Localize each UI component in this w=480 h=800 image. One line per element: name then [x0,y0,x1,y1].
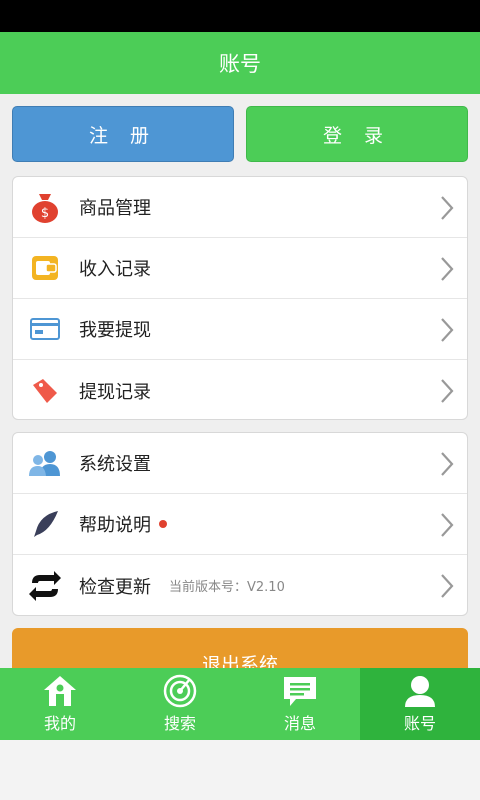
notification-badge [159,520,167,528]
chevron-right-icon [441,379,454,403]
menu-item-label: 帮助说明 [79,515,151,536]
menu-item-label: 系统设置 [79,454,151,475]
chevron-right-icon [441,452,454,476]
register-button[interactable]: 注 册 [12,106,234,162]
users-icon [27,445,63,481]
tab-search[interactable]: 搜索 [120,668,240,740]
tab-label: 账号 [403,714,436,733]
chevron-right-icon [441,318,454,342]
money-bag-icon: $ [27,189,63,225]
menu-item-label: 收入记录 [79,259,151,280]
tab-label: 搜索 [163,714,196,733]
menu-item-product-management[interactable]: $ 商品管理 [13,177,467,238]
chevron-right-icon [441,257,454,281]
menu-group-system: 系统设置 帮助说明 检查更新 当前版本号：V2.10 [12,432,468,616]
menu-item-income-records[interactable]: 收入记录 [13,238,467,299]
chevron-right-icon [441,513,454,537]
menu-item-withdraw-records[interactable]: 提现记录 [13,360,467,419]
tab-messages[interactable]: 消息 [240,668,360,740]
menu-item-help[interactable]: 帮助说明 [13,494,467,555]
tag-icon [27,373,63,409]
menu-item-label: 我要提现 [79,320,151,341]
page-title: 账号 [0,32,480,94]
wallet-icon [27,250,63,286]
svg-text:$: $ [41,206,49,221]
menu-item-label: 商品管理 [79,198,151,219]
feather-icon [27,506,63,542]
menu-item-system-settings[interactable]: 系统设置 [13,433,467,494]
radar-icon [163,674,197,708]
menu-item-label: 检查更新 [79,576,151,598]
bottom-tab-bar: 我的 搜索 消息 账号 [0,668,480,740]
status-bar [0,0,480,32]
version-text: 当前版本号：V2.10 [169,580,285,595]
tab-label: 我的 [43,714,76,733]
menu-item-check-update[interactable]: 检查更新 当前版本号：V2.10 [13,555,467,615]
chevron-right-icon [441,574,454,598]
tab-account[interactable]: 账号 [360,668,480,740]
tab-label: 消息 [283,714,316,733]
message-icon [284,677,316,706]
menu-group-finance: $ 商品管理 收入记录 我要提现 提现记录 [12,176,468,420]
refresh-icon [27,568,63,604]
home-icon [44,676,76,706]
person-icon [405,676,435,707]
chevron-right-icon [441,196,454,220]
card-icon [27,311,63,347]
menu-item-label: 提现记录 [79,381,151,403]
blank-area [0,740,480,800]
login-button[interactable]: 登 录 [246,106,468,162]
auth-buttons: 注 册 登 录 [12,106,468,162]
menu-item-withdraw[interactable]: 我要提现 [13,299,467,360]
tab-mine[interactable]: 我的 [0,668,120,740]
